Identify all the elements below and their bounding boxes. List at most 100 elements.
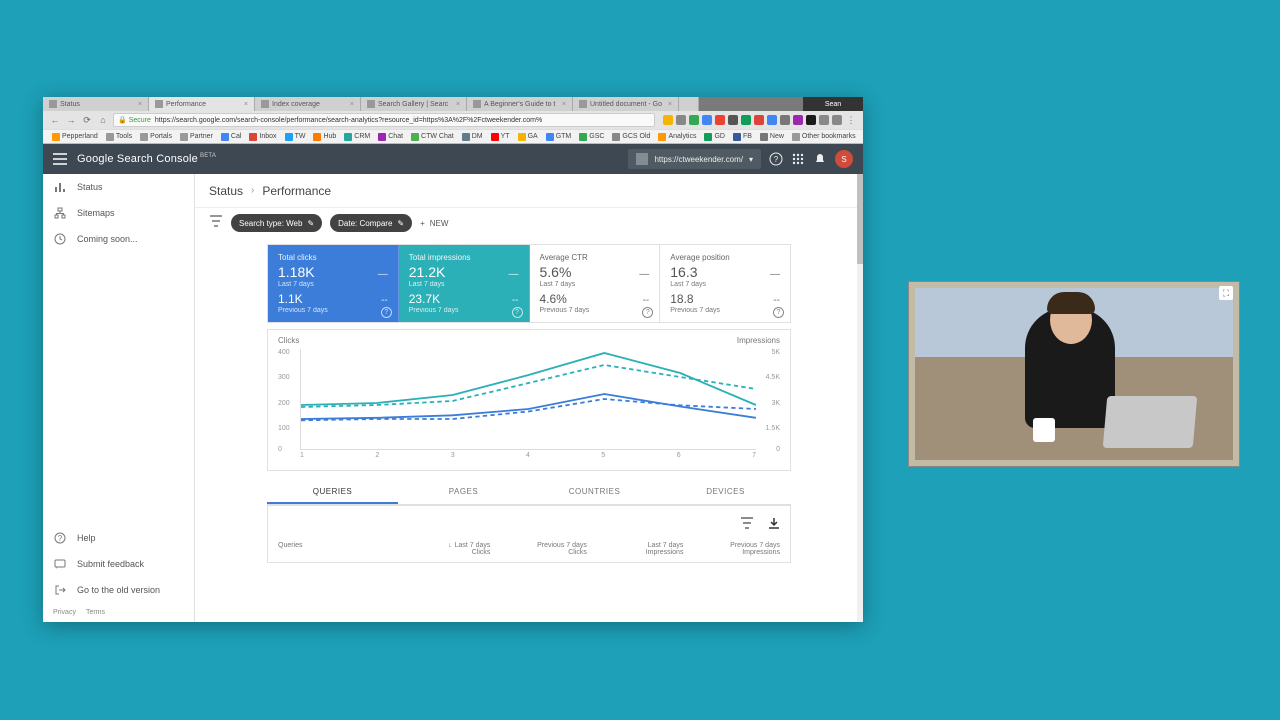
- col-last7-clicks[interactable]: ↓Last 7 daysClicks: [394, 542, 491, 556]
- forward-button[interactable]: →: [65, 114, 77, 126]
- bookmark[interactable]: Inbox: [246, 133, 279, 141]
- hamburger-icon[interactable]: [53, 153, 67, 165]
- filter-chip-date[interactable]: Date: Compare ✎: [330, 214, 412, 232]
- download-icon[interactable]: [768, 516, 780, 534]
- notifications-icon[interactable]: [813, 152, 827, 166]
- extension-icon[interactable]: [676, 115, 686, 125]
- bookmark[interactable]: Cal: [218, 133, 245, 141]
- browser-tab[interactable]: A Beginner's Guide to t×: [467, 97, 573, 111]
- filter-chip-search-type[interactable]: Search type: Web ✎: [231, 214, 322, 232]
- close-icon[interactable]: ⛶: [1219, 286, 1233, 300]
- tab-devices[interactable]: DEVICES: [660, 481, 791, 504]
- line-chart[interactable]: 400 300 200 100 0 5K 4.5K 3K 1.5K 0: [278, 349, 780, 464]
- metric-total-clicks[interactable]: Total clicks 1.18K— Last 7 days 1.1K-- P…: [268, 245, 399, 322]
- bookmark[interactable]: Partner: [177, 133, 216, 141]
- extension-icon[interactable]: [663, 115, 673, 125]
- sidebar-item-help[interactable]: ? Help: [43, 525, 194, 551]
- extension-icon[interactable]: [780, 115, 790, 125]
- metric-average-position[interactable]: Average position 16.3— Last 7 days 18.8-…: [660, 245, 790, 322]
- help-icon[interactable]: ?: [769, 152, 783, 166]
- bookmark[interactable]: Hub: [310, 133, 339, 141]
- extension-icon[interactable]: [806, 115, 816, 125]
- extension-icon[interactable]: [728, 115, 738, 125]
- extension-icon[interactable]: [793, 115, 803, 125]
- close-icon[interactable]: ×: [244, 101, 248, 108]
- browser-tab[interactable]: Untitled document - Go×: [573, 97, 679, 111]
- bookmark[interactable]: GA: [515, 133, 541, 141]
- menu-icon[interactable]: ⋮: [845, 114, 857, 126]
- metric-total-impressions[interactable]: Total impressions 21.2K— Last 7 days 23.…: [399, 245, 530, 322]
- breadcrumb-root[interactable]: Status: [209, 184, 243, 198]
- bookmark[interactable]: YT: [488, 133, 513, 141]
- sidebar-item-status[interactable]: Status: [43, 174, 194, 200]
- other-bookmarks[interactable]: Other bookmarks: [789, 133, 859, 141]
- close-icon[interactable]: ×: [138, 101, 142, 108]
- bookmark[interactable]: CRM: [341, 133, 373, 141]
- browser-tab[interactable]: Performance×: [149, 97, 255, 111]
- terms-link[interactable]: Terms: [86, 609, 105, 616]
- browser-tab[interactable]: Index coverage×: [255, 97, 361, 111]
- sidebar-item-coming-soon[interactable]: Coming soon...: [43, 226, 194, 252]
- close-icon[interactable]: ×: [562, 101, 566, 108]
- sidebar-item-old-version[interactable]: Go to the old version: [43, 577, 194, 603]
- help-icon[interactable]: ?: [773, 307, 784, 318]
- back-button[interactable]: ←: [49, 114, 61, 126]
- help-icon[interactable]: ?: [642, 307, 653, 318]
- browser-tab[interactable]: Status×: [43, 97, 149, 111]
- bookmark[interactable]: Pepperland: [49, 133, 101, 141]
- extension-icon[interactable]: [832, 115, 842, 125]
- help-icon[interactable]: ?: [381, 307, 392, 318]
- edit-icon: ✎: [307, 219, 314, 228]
- home-button[interactable]: ⌂: [97, 114, 109, 126]
- extension-icon[interactable]: [715, 115, 725, 125]
- sidebar-item-feedback[interactable]: Submit feedback: [43, 551, 194, 577]
- address-bar[interactable]: 🔒Secure https://search.google.com/search…: [113, 113, 655, 127]
- reload-button[interactable]: ⟳: [81, 114, 93, 126]
- table-filter-icon[interactable]: [740, 516, 754, 534]
- col-prev7-clicks[interactable]: Previous 7 daysClicks: [490, 542, 587, 556]
- col-last7-impressions[interactable]: Last 7 daysImpressions: [587, 542, 684, 556]
- browser-profile[interactable]: Sean: [803, 97, 863, 111]
- add-filter-button[interactable]: + NEW: [420, 219, 448, 228]
- privacy-link[interactable]: Privacy: [53, 609, 76, 616]
- filter-icon[interactable]: [209, 214, 223, 232]
- metric-average-ctr[interactable]: Average CTR 5.6%— Last 7 days 4.6%-- Pre…: [530, 245, 661, 322]
- close-icon[interactable]: ×: [350, 101, 354, 108]
- apps-icon[interactable]: [791, 152, 805, 166]
- bookmark[interactable]: Chat: [375, 133, 406, 141]
- bookmark[interactable]: GSC: [576, 133, 607, 141]
- avatar[interactable]: S: [835, 150, 853, 168]
- extension-icon[interactable]: [819, 115, 829, 125]
- sidebar-item-sitemaps[interactable]: Sitemaps: [43, 200, 194, 226]
- tab-pages[interactable]: PAGES: [398, 481, 529, 504]
- bookmark[interactable]: GTM: [543, 133, 575, 141]
- bookmark[interactable]: Portals: [137, 133, 175, 141]
- bookmark[interactable]: GCS Old: [609, 133, 653, 141]
- col-queries[interactable]: Queries: [278, 542, 394, 556]
- new-tab-button[interactable]: [679, 97, 699, 111]
- scrollbar[interactable]: [857, 174, 863, 622]
- extension-icon[interactable]: [689, 115, 699, 125]
- bookmark[interactable]: DM: [459, 133, 486, 141]
- impressions-axis-label: Impressions: [737, 336, 780, 345]
- bookmark[interactable]: Tools: [103, 133, 135, 141]
- bookmark[interactable]: FB: [730, 133, 755, 141]
- extension-icon[interactable]: [702, 115, 712, 125]
- data-tabs: QUERIES PAGES COUNTRIES DEVICES: [267, 481, 791, 505]
- bookmark[interactable]: New: [757, 133, 787, 141]
- bookmark[interactable]: CTW Chat: [408, 133, 457, 141]
- col-prev7-impressions[interactable]: Previous 7 daysImpressions: [683, 542, 780, 556]
- extension-icon[interactable]: [754, 115, 764, 125]
- property-selector[interactable]: https://ctweekender.com/ ▾: [628, 149, 761, 169]
- bookmark[interactable]: Analytics: [655, 133, 699, 141]
- extension-icon[interactable]: [741, 115, 751, 125]
- bookmark[interactable]: TW: [282, 133, 309, 141]
- browser-tab[interactable]: Search Gallery | Searc×: [361, 97, 467, 111]
- tab-queries[interactable]: QUERIES: [267, 481, 398, 504]
- extension-icon[interactable]: [767, 115, 777, 125]
- close-icon[interactable]: ×: [668, 101, 672, 108]
- tab-countries[interactable]: COUNTRIES: [529, 481, 660, 504]
- bookmark[interactable]: GD: [701, 133, 728, 141]
- close-icon[interactable]: ×: [456, 101, 460, 108]
- help-icon[interactable]: ?: [512, 307, 523, 318]
